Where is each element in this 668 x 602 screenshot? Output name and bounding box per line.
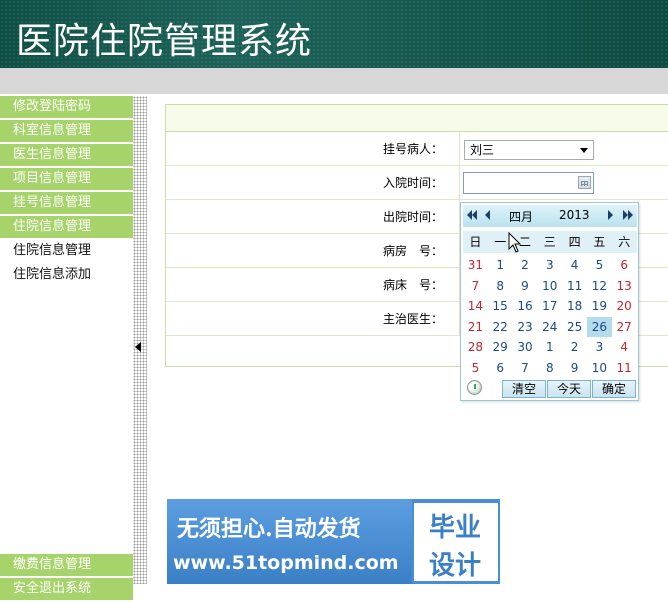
calendar-day[interactable]: 21 <box>463 317 488 337</box>
calendar-day[interactable]: 3 <box>537 255 562 275</box>
patient-label: 挂号病人： <box>382 142 443 156</box>
clear-button[interactable]: 清空 <box>502 380 546 398</box>
calendar-day[interactable]: 10 <box>537 276 562 296</box>
ad-label-bottom: 设计 <box>429 551 482 581</box>
ad-slogan: 无须担心.自动发货 <box>177 516 361 542</box>
calendar-day[interactable]: 13 <box>612 276 637 296</box>
calendar-day[interactable]: 9 <box>513 276 538 296</box>
admit-date-input[interactable] <box>463 172 594 194</box>
calendar-day[interactable]: 10 <box>587 358 612 378</box>
calendar-day[interactable]: 6 <box>488 358 513 378</box>
weekday-header: 日一二三四五六 <box>463 231 637 253</box>
calendar-day[interactable]: 28 <box>463 337 488 357</box>
form-title-bar <box>166 105 668 132</box>
calendar-day[interactable]: 5 <box>587 255 612 275</box>
calendar-day[interactable]: 26 <box>587 316 612 337</box>
date-picker-footer: 清空 今天 确定 <box>463 379 637 399</box>
weekday-label: 日 <box>469 235 482 249</box>
calendar-day[interactable]: 4 <box>562 255 587 275</box>
next-month-icon[interactable] <box>608 210 613 220</box>
sidebar-item-change-password[interactable]: 修改登陆密码 <box>0 96 133 118</box>
calendar-day[interactable]: 4 <box>612 337 637 357</box>
sidebar-item-payments[interactable]: 缴费信息管理 <box>0 554 133 576</box>
sidebar-item-projects[interactable]: 项目信息管理 <box>0 168 133 190</box>
calendar-day[interactable]: 31 <box>463 255 488 275</box>
calendar-day[interactable]: 18 <box>562 296 587 316</box>
weekday-label: 五 <box>593 235 606 249</box>
calendar-day[interactable]: 1 <box>537 337 562 357</box>
prev-month-icon[interactable] <box>485 210 490 220</box>
chevron-down-icon <box>580 148 588 153</box>
calendar-day[interactable]: 9 <box>562 358 587 378</box>
calendar-day[interactable]: 19 <box>587 296 612 316</box>
app-title: 医院住院管理系统 <box>16 21 313 62</box>
calendar-day[interactable]: 24 <box>537 317 562 337</box>
weekday-label: 三 <box>543 235 556 249</box>
doctor-label: 主治医生： <box>382 312 443 326</box>
sidebar-item-doctors[interactable]: 医生信息管理 <box>0 144 133 166</box>
collapse-sidebar-icon[interactable] <box>135 342 141 352</box>
sidebar-item-logout[interactable]: 安全退出系统 <box>0 578 133 600</box>
month-selector[interactable]: 四月 <box>509 208 533 225</box>
calendar-day[interactable]: 7 <box>463 276 488 296</box>
ad-banner[interactable]: 无须担心.自动发货 www.51topmind.com 毕业 设计 <box>167 499 500 584</box>
discharge-time-label: 出院时间： <box>382 210 443 224</box>
calendar-day[interactable]: 23 <box>513 317 538 337</box>
calendar-day[interactable]: 14 <box>463 296 488 316</box>
calendar-day[interactable]: 22 <box>488 317 513 337</box>
sidebar-item-departments[interactable]: 科室信息管理 <box>0 120 133 142</box>
sidebar-item-registrations[interactable]: 挂号信息管理 <box>0 192 133 214</box>
admit-time-label: 入院时间： <box>382 176 443 190</box>
top-toolbar-bar <box>0 68 668 94</box>
calendar-day[interactable]: 8 <box>488 276 513 296</box>
calendar-day[interactable]: 27 <box>612 317 637 337</box>
ad-banner-right: 毕业 设计 <box>414 503 498 581</box>
ad-url: www.51topmind.com <box>173 552 399 574</box>
app-header: 医院住院管理系统 <box>0 0 668 68</box>
calendar-day[interactable]: 11 <box>612 358 637 378</box>
calendar-day[interactable]: 5 <box>463 358 488 378</box>
patient-select[interactable]: 刘三 <box>464 140 594 160</box>
calendar-day[interactable]: 11 <box>562 276 587 296</box>
calendar-day[interactable]: 20 <box>612 296 637 316</box>
bed-label: 病床 号： <box>382 278 443 292</box>
calendar-day[interactable]: 1 <box>488 255 513 275</box>
mouse-cursor-icon <box>508 232 522 253</box>
form-row-patient: 挂号病人： 刘三 <box>166 132 668 166</box>
date-picker-popup: 四月 2013 日一二三四五六 31 1 2 3 4 5 6 7 8 9 10 11 12 13 14 15 1… <box>460 202 639 401</box>
ok-button[interactable]: 确定 <box>592 380 636 398</box>
calendar-day[interactable]: 8 <box>537 358 562 378</box>
calendar-day[interactable]: 7 <box>513 358 538 378</box>
date-picker-header: 四月 2013 <box>463 205 637 227</box>
calendar-day[interactable]: 3 <box>587 337 612 357</box>
today-button[interactable]: 今天 <box>547 380 591 398</box>
calendar-day[interactable]: 2 <box>513 255 538 275</box>
year-selector[interactable]: 2013 <box>559 208 590 222</box>
calendar-day[interactable]: 2 <box>562 337 587 357</box>
calendar-day[interactable]: 6 <box>612 255 637 275</box>
sidebar: 修改登陆密码 科室信息管理 医生信息管理 项目信息管理 挂号信息管理 住院信息管… <box>0 96 133 600</box>
calendar-day[interactable]: 15 <box>488 296 513 316</box>
sidebar-item-hospitalization[interactable]: 住院信息管理 <box>0 216 133 238</box>
weekday-label: 六 <box>618 235 631 249</box>
calendar-day[interactable]: 25 <box>562 317 587 337</box>
calendar-day[interactable]: 12 <box>587 276 612 296</box>
clock-icon[interactable] <box>467 380 482 395</box>
patient-select-value: 刘三 <box>470 143 495 157</box>
weekday-label: 四 <box>568 235 581 249</box>
ad-banner-left: 无须担心.自动发货 www.51topmind.com <box>167 499 412 584</box>
calendar-icon[interactable] <box>578 176 591 189</box>
calendar-day[interactable]: 29 <box>488 337 513 357</box>
calendar-day[interactable]: 17 <box>537 296 562 316</box>
ward-label: 病房 号： <box>382 244 443 258</box>
ad-label-top: 毕业 <box>429 513 482 543</box>
sidebar-subitem-hospitalization-add[interactable]: 住院信息添加 <box>0 264 133 286</box>
calendar-day[interactable]: 16 <box>513 296 538 316</box>
form-row-admit-time: 入院时间： <box>166 166 668 200</box>
sidebar-divider[interactable] <box>133 96 147 584</box>
sidebar-bottom-group: 缴费信息管理 安全退出系统 <box>0 554 133 602</box>
sidebar-subitem-hospitalization-manage[interactable]: 住院信息管理 <box>0 240 133 262</box>
calendar-day[interactable]: 30 <box>513 337 538 357</box>
